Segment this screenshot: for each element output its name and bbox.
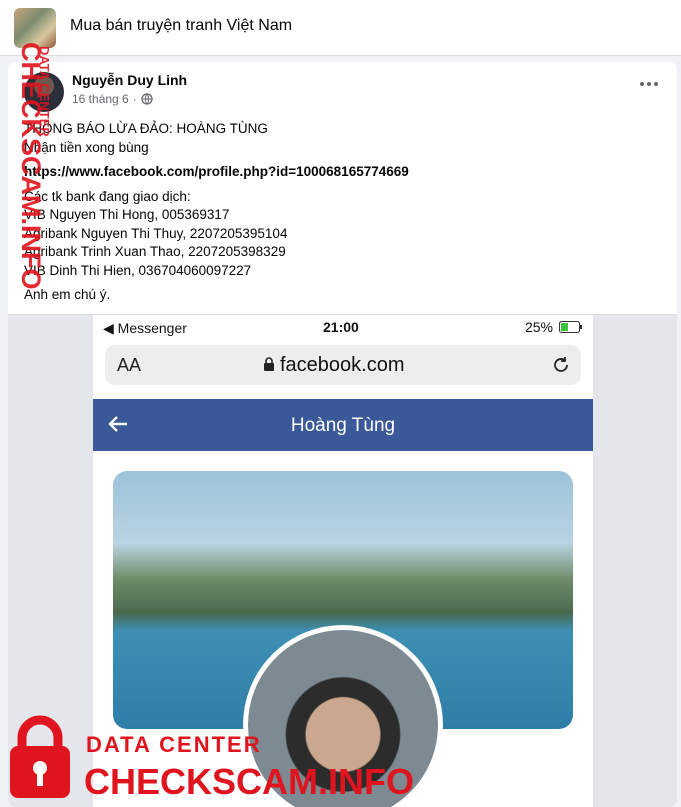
group-name[interactable]: Mua bán truyện tranh Việt Nam [70,17,292,35]
bank-line: Agribank Nguyen Thi Thuy, 2207205395104 [24,225,288,241]
lock-icon [264,357,274,371]
watermark-bottom: DATA CENTER CHECKSCAM.INFO [10,715,414,802]
author-name[interactable]: Nguyễn Duy Linh [72,72,187,88]
text-size-control: AA [117,355,142,375]
post-body: THÔNG BÁO LỪA ĐẢO: HOÀNG TÙNG Nhận tiền … [24,120,664,305]
lock-watermark-icon [10,715,70,798]
watermark-bottom-small: DATA CENTER [86,732,262,757]
status-time: 21:00 [323,319,359,335]
profile-title: Hoàng Tùng [290,415,396,436]
reload-icon [554,357,568,372]
globe-icon [141,93,153,105]
post-meta: 16 tháng 6 · [72,92,153,106]
post-date[interactable]: 16 tháng 6 [72,92,129,106]
bank-line: Agribank Trinh Xuan Thao, 2207205398329 [24,244,286,259]
url-host: facebook.com [280,354,405,376]
group-header: Mua bán truyện tranh Việt Nam [0,0,681,56]
status-right: 25% [525,319,583,335]
browser-url-bar: AA facebook.com [105,345,581,385]
status-bar: ◀ Messenger 21:00 25% [93,315,593,341]
watermark-bottom-big: CHECKSCAM.INFO [84,761,414,802]
bank-line: VIB Nguyen Thi Hong, 005369317 [24,207,230,222]
profile-header-bar: Hoàng Tùng [93,399,593,451]
battery-percent: 25% [524,319,553,335]
battery-icon [559,321,582,333]
bank-intro: Các tk bank đang giao dịch: [24,188,191,204]
post-line: Nhận tiền xong bùng [24,139,149,155]
watermark-side-small: DATA CENTER [37,46,52,137]
post-line: THÔNG BÁO LỪA ĐẢO: HOÀNG TÙNG [24,121,268,136]
profile-link[interactable]: https://www.facebook.com/profile.php?id=… [24,164,409,179]
watermark-side: CHECKSCAM.INFO DATA CENTER [16,42,52,290]
post-closing: Anh em chú ý. [24,287,111,302]
meta-separator: · [132,92,137,106]
more-options-icon[interactable] [639,80,659,88]
post-card: Nguyễn Duy Linh 16 tháng 6 · THÔNG BÁO L… [8,62,677,807]
status-app: ◀ Messenger [103,320,187,336]
bank-line: VIB Dinh Thi Hien, 036704060097227 [24,262,252,278]
